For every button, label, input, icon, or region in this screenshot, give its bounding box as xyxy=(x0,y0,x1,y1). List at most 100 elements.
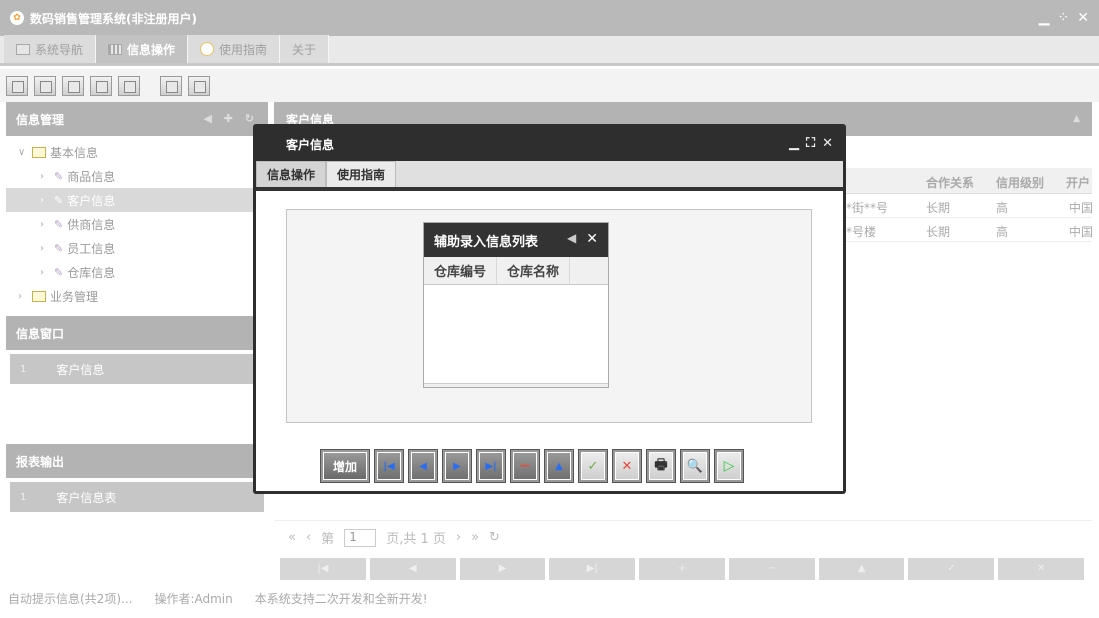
page-number-input[interactable]: 1 xyxy=(344,528,377,547)
tree-folder-business[interactable]: › 业务管理 xyxy=(6,284,268,308)
printer-icon: 🖶 xyxy=(649,452,673,480)
tree-folder-basic[interactable]: ∨ 基本信息 xyxy=(6,140,268,164)
column-header[interactable]: 信用级别 xyxy=(996,174,1044,191)
status-hint: 自动提示信息(共2项)... xyxy=(8,591,133,606)
status-bar: 自动提示信息(共2项)... 操作者:Admin 本系统支持二次开发和全新开发! xyxy=(0,586,1099,610)
chevron-right-icon: › xyxy=(18,290,22,302)
report-list: 1 客户信息表 xyxy=(6,478,268,572)
popup-column-headers: 仓库编号 仓库名称 xyxy=(424,257,608,285)
save-record-button[interactable]: ✓ xyxy=(908,558,995,580)
status-note: 本系统支持二次开发和全新开发! xyxy=(254,591,428,606)
prev-icon: ◀ xyxy=(411,452,435,480)
collapse-icon[interactable]: ▲ xyxy=(1073,114,1080,124)
maximize-icon[interactable]: ⛶ xyxy=(806,136,815,151)
window-list: 1 客户信息 xyxy=(6,350,268,444)
title-bar: ✿ 数码销售管理系统(非注册用户) ▁ ⁘ ✕ xyxy=(0,0,1099,36)
info-window-header: 信息窗口 xyxy=(6,316,268,350)
lookup-popup: 辅助录入信息列表 ◀ ✕ 仓库编号 仓库名称 xyxy=(423,222,609,388)
prev-page-icon[interactable]: ‹ xyxy=(306,530,311,545)
tree-item-products[interactable]: › ✎ 商品信息 xyxy=(6,164,268,188)
minimize-icon[interactable]: ▁ xyxy=(789,136,799,151)
dialog-title-bar: 客户信息 ▁ ⛶ ✕ xyxy=(256,127,843,161)
tool-icon: ✎ xyxy=(54,169,64,183)
last-record-button[interactable]: ▶| xyxy=(476,449,506,483)
cancel-button[interactable]: ✕ xyxy=(612,449,642,483)
document-button[interactable] xyxy=(62,75,84,96)
minimize-icon[interactable]: ▁ xyxy=(1039,10,1050,26)
next-icon: ▶ xyxy=(445,452,469,480)
edit-button[interactable]: ▲ xyxy=(544,449,574,483)
print-button[interactable] xyxy=(188,75,210,96)
first-record-button[interactable]: |◀ xyxy=(374,449,404,483)
add-record-button[interactable]: + xyxy=(639,558,725,580)
chevron-right-icon: › xyxy=(40,194,44,206)
close-icon[interactable]: ✕ xyxy=(1077,10,1089,26)
panel-tools-icon[interactable]: ◀ ✚ ↻ xyxy=(203,112,258,125)
tab-label: 使用指南 xyxy=(219,42,268,57)
column-header[interactable]: 仓库编号 xyxy=(424,257,498,284)
report-item[interactable]: 1 客户信息表 xyxy=(10,482,264,512)
tab-label: 系统导航 xyxy=(35,42,84,57)
tool-icon: ✎ xyxy=(54,241,64,255)
tab-user-guide[interactable]: 使用指南 xyxy=(188,35,281,63)
tool-icon: ✎ xyxy=(54,193,64,207)
prev-record-button[interactable]: ◀ xyxy=(408,449,438,483)
main-toolbar xyxy=(0,69,1099,102)
first-record-button[interactable]: |◀ xyxy=(280,558,366,580)
confirm-button[interactable]: ✓ xyxy=(578,449,608,483)
first-page-icon[interactable]: « xyxy=(288,530,296,545)
prev-record-button[interactable]: ◀ xyxy=(369,558,456,580)
list-button[interactable] xyxy=(34,75,56,96)
play-icon: ▷ xyxy=(717,452,741,480)
dialog-body: 信息操作 使用指南 辅助录入信息列表 ◀ ✕ 仓库编号 仓库名称 增加 |◀ ◀… xyxy=(256,161,843,491)
next-page-icon[interactable]: › xyxy=(456,530,461,545)
close-icon[interactable]: ✕ xyxy=(586,231,598,247)
tree-item-employees[interactable]: › ✎ 员工信息 xyxy=(6,236,268,260)
chevron-right-icon: › xyxy=(40,242,44,254)
popup-title: 辅助录入信息列表 xyxy=(434,234,539,250)
dialog-tabs: 信息操作 使用指南 xyxy=(256,161,843,191)
tree-item-customers[interactable]: › ✎ 客户信息 xyxy=(6,188,268,212)
tab-label: 信息操作 xyxy=(127,42,176,57)
tab-system-nav[interactable]: 系统导航 xyxy=(4,35,97,63)
next-record-button[interactable]: ▶ xyxy=(459,558,546,580)
sidebar: 信息管理 ◀ ✚ ↻ ∨ 基本信息 › ✎ 商品信息 › ✎ 客户信息 › ✎ … xyxy=(6,102,268,582)
last-page-icon[interactable]: » xyxy=(471,530,479,545)
restore-icon[interactable]: ⁘ xyxy=(1058,10,1070,26)
delete-record-button[interactable]: − xyxy=(728,558,815,580)
next-record-button[interactable]: ▶ xyxy=(442,449,472,483)
tree-item-suppliers[interactable]: › ✎ 供商信息 xyxy=(6,212,268,236)
last-record-button[interactable]: ▶| xyxy=(549,558,636,580)
window-item[interactable]: 1 客户信息 xyxy=(10,354,264,384)
tab-about[interactable]: 关于 xyxy=(280,35,330,63)
pager: « ‹ 第 1 页,共 1 页 › » ↻ xyxy=(274,520,1092,554)
close-icon[interactable]: ✕ xyxy=(822,136,833,151)
search-button[interactable] xyxy=(6,75,28,96)
tab-user-guide[interactable]: 使用指南 xyxy=(326,161,397,187)
cancel-record-button[interactable]: ✕ xyxy=(998,558,1085,580)
app-title: 数码销售管理系统(非注册用户) xyxy=(30,11,197,26)
dialog-toolbar: 增加 |◀ ◀ ▶ ▶| − ▲ ✓ ✕ 🖶 🔍 ▷ xyxy=(320,449,744,483)
delete-button[interactable]: − xyxy=(510,449,540,483)
tab-label: 关于 xyxy=(292,42,317,57)
print-button[interactable]: 🖶 xyxy=(646,449,676,483)
add-button[interactable]: 增加 xyxy=(320,449,370,483)
refresh-icon[interactable]: ↻ xyxy=(489,530,500,545)
tab-info-ops[interactable]: 信息操作 xyxy=(256,161,327,187)
edit-record-button[interactable]: ▲ xyxy=(818,558,905,580)
collapse-left-icon[interactable]: ◀ xyxy=(567,231,576,247)
tree-item-warehouses[interactable]: › ✎ 仓库信息 xyxy=(6,260,268,284)
export-button[interactable] xyxy=(160,75,182,96)
preview-button[interactable]: 🔍 xyxy=(680,449,710,483)
chevron-right-icon: › xyxy=(40,266,44,278)
column-header[interactable]: 合作关系 xyxy=(926,174,974,191)
window-button[interactable] xyxy=(118,75,140,96)
circle-icon xyxy=(200,42,215,56)
run-button[interactable]: ▷ xyxy=(714,449,744,483)
column-header[interactable]: 仓库名称 xyxy=(497,257,571,284)
users-button[interactable] xyxy=(90,75,112,96)
tab-info-ops[interactable]: 信息操作 xyxy=(96,35,189,63)
dialog-title: 客户信息 xyxy=(286,137,335,152)
grid-action-bar: |◀ ◀ ▶ ▶| + − ▲ ✓ ✕ xyxy=(280,558,1085,580)
column-header[interactable]: 开户 xyxy=(1066,174,1090,191)
